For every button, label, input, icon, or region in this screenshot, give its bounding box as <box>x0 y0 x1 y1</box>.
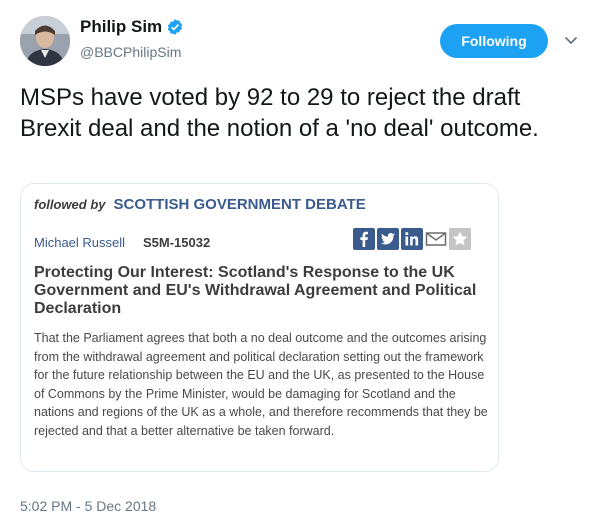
motion-title: Protecting Our Interest: Scotland's Resp… <box>34 264 477 317</box>
star-icon[interactable] <box>449 228 471 250</box>
motion-reference: S5M-15032 <box>143 235 211 250</box>
email-icon[interactable] <box>425 228 447 250</box>
tweet-text: MSPs have voted by 92 to 29 to reject th… <box>20 84 539 142</box>
twitter-icon[interactable] <box>377 228 399 250</box>
user-name-row: Philip Sim <box>80 17 184 37</box>
linkedin-icon[interactable] <box>401 228 423 250</box>
share-buttons <box>353 228 471 250</box>
user-handle[interactable]: @BBCPhilipSim <box>80 44 181 60</box>
tweet-timestamp[interactable]: 5:02 PM - 5 Dec 2018 <box>20 498 156 514</box>
embedded-card[interactable]: followed by SCOTTISH GOVERNMENT DEBATE M… <box>20 183 499 472</box>
display-name[interactable]: Philip Sim <box>80 17 162 37</box>
chevron-down-icon[interactable] <box>563 32 579 48</box>
avatar[interactable] <box>20 16 70 66</box>
facebook-icon[interactable] <box>353 228 375 250</box>
debate-label: SCOTTISH GOVERNMENT DEBATE <box>113 196 366 213</box>
card-header: followed by SCOTTISH GOVERNMENT DEBATE <box>34 196 366 213</box>
following-button[interactable]: Following <box>440 24 548 58</box>
verified-badge-icon <box>168 19 183 35</box>
motion-body: That the Parliament agrees that both a n… <box>34 331 488 438</box>
followed-by-label: followed by <box>34 197 106 212</box>
member-name-link[interactable]: Michael Russell <box>34 235 125 250</box>
avatar-image <box>20 16 70 66</box>
